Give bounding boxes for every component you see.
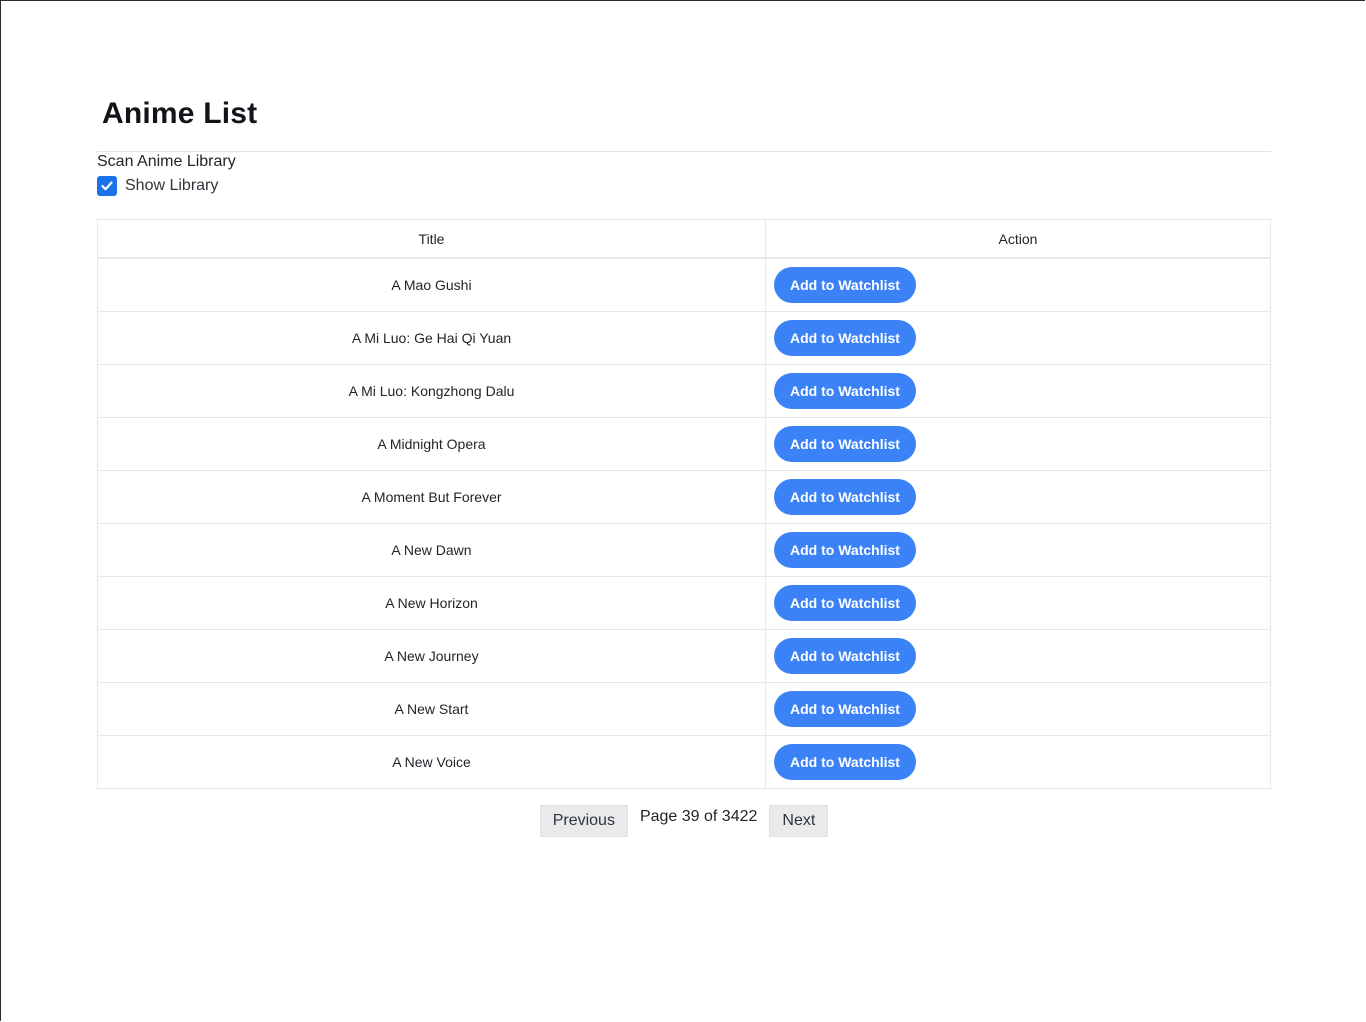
action-cell: Add to Watchlist xyxy=(765,470,1271,524)
anime-title: A New Start xyxy=(97,682,766,736)
show-library-toggle[interactable]: Show Library xyxy=(97,176,218,196)
add-to-watchlist-button[interactable]: Add to Watchlist xyxy=(774,267,916,303)
page-indicator: Page 39 of 3422 xyxy=(639,808,758,825)
action-cell: Add to Watchlist xyxy=(765,417,1271,471)
add-to-watchlist-button[interactable]: Add to Watchlist xyxy=(774,479,916,515)
action-cell: Add to Watchlist xyxy=(765,629,1271,683)
table-header-row: Title Action xyxy=(97,219,1271,259)
add-to-watchlist-button[interactable]: Add to Watchlist xyxy=(774,532,916,568)
previous-page-button[interactable]: Previous xyxy=(539,805,628,837)
anime-title: A Mao Gushi xyxy=(97,257,766,312)
anime-title: A Mi Luo: Kongzhong Dalu xyxy=(97,364,766,418)
anime-title: A Moment But Forever xyxy=(97,470,766,524)
table-row: A New Horizon Add to Watchlist xyxy=(97,576,1271,630)
action-cell: Add to Watchlist xyxy=(765,576,1271,630)
action-cell: Add to Watchlist xyxy=(765,682,1271,736)
pagination: Previous Page 39 of 3422 Next xyxy=(97,804,1271,837)
next-page-button[interactable]: Next xyxy=(769,805,829,837)
action-cell: Add to Watchlist xyxy=(765,735,1271,789)
table-row: A Moment But Forever Add to Watchlist xyxy=(97,470,1271,524)
anime-title: A New Dawn xyxy=(97,523,766,577)
table-row: A Mao Gushi Add to Watchlist xyxy=(97,257,1271,312)
anime-title: A New Horizon xyxy=(97,576,766,630)
action-cell: Add to Watchlist xyxy=(765,257,1271,312)
page-title: Anime List xyxy=(102,97,258,130)
action-cell: Add to Watchlist xyxy=(765,311,1271,365)
table-row: A New Dawn Add to Watchlist xyxy=(97,523,1271,577)
checkmark-icon xyxy=(101,181,113,191)
column-header-title: Title xyxy=(97,219,766,259)
title-divider xyxy=(97,151,1271,152)
table-row: A New Voice Add to Watchlist xyxy=(97,735,1271,789)
add-to-watchlist-button[interactable]: Add to Watchlist xyxy=(774,373,916,409)
anime-table: Title Action A Mao Gushi Add to Watchlis… xyxy=(97,219,1271,789)
add-to-watchlist-button[interactable]: Add to Watchlist xyxy=(774,638,916,674)
anime-title: A New Journey xyxy=(97,629,766,683)
action-cell: Add to Watchlist xyxy=(765,364,1271,418)
anime-title: A Mi Luo: Ge Hai Qi Yuan xyxy=(97,311,766,365)
table-row: A Mi Luo: Ge Hai Qi Yuan Add to Watchlis… xyxy=(97,311,1271,365)
table-row: A New Journey Add to Watchlist xyxy=(97,629,1271,683)
add-to-watchlist-button[interactable]: Add to Watchlist xyxy=(774,744,916,780)
add-to-watchlist-button[interactable]: Add to Watchlist xyxy=(774,691,916,727)
add-to-watchlist-button[interactable]: Add to Watchlist xyxy=(774,320,916,356)
table-row: A Mi Luo: Kongzhong Dalu Add to Watchlis… xyxy=(97,364,1271,418)
show-library-checkbox[interactable] xyxy=(97,176,117,196)
anime-title: A New Voice xyxy=(97,735,766,789)
table-row: A New Start Add to Watchlist xyxy=(97,682,1271,736)
column-header-action: Action xyxy=(765,219,1271,259)
add-to-watchlist-button[interactable]: Add to Watchlist xyxy=(774,585,916,621)
add-to-watchlist-button[interactable]: Add to Watchlist xyxy=(774,426,916,462)
anime-title: A Midnight Opera xyxy=(97,417,766,471)
show-library-label: Show Library xyxy=(125,177,219,194)
table-row: A Midnight Opera Add to Watchlist xyxy=(97,417,1271,471)
scan-library-link[interactable]: Scan Anime Library xyxy=(97,153,236,171)
action-cell: Add to Watchlist xyxy=(765,523,1271,577)
